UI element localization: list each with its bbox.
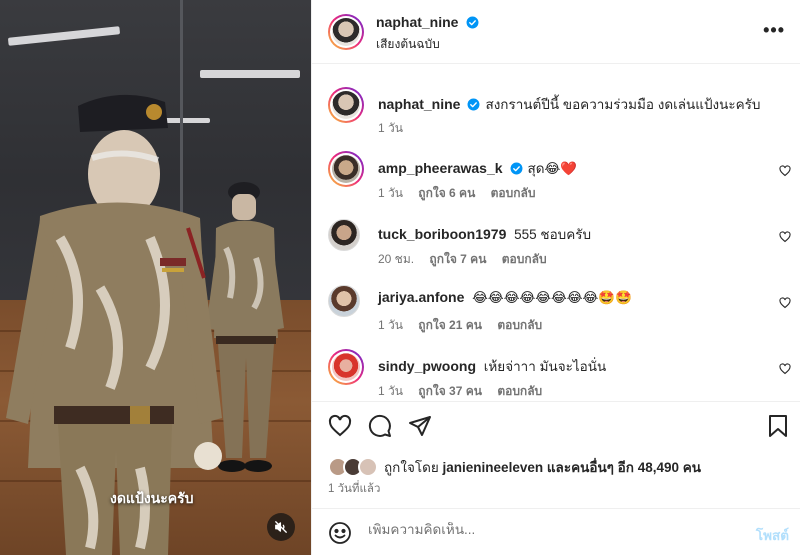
post-comment-button[interactable]: โพสต์ <box>756 524 789 546</box>
comment-text: สุด😂❤️ <box>527 161 578 176</box>
comment-text: 😂😂😂😂😂😂😂😂🤩🤩 <box>472 290 632 305</box>
commenter-avatar[interactable] <box>328 151 364 187</box>
bookmark-icon[interactable] <box>767 414 789 438</box>
caption-username[interactable]: naphat_nine <box>378 96 460 112</box>
liker-avatars <box>328 457 380 477</box>
comment-likes[interactable]: ถูกใจ 7 คน <box>429 252 486 266</box>
video-caption: งดแป้งนะครับ <box>110 490 194 506</box>
comment-time: 1 วัน <box>378 384 403 398</box>
post-viewer: งดแป้งนะครับ naphat_nine เสียงต้นฉบับ ••… <box>0 0 800 555</box>
officer-figure <box>6 94 222 555</box>
likes-user[interactable]: janienineeleven <box>443 460 544 475</box>
comment-item: jariya.anfone 😂😂😂😂😂😂😂😂🤩🤩 1 วัน ถูกใจ 21 … <box>312 283 800 335</box>
comment-like-icon[interactable] <box>779 165 791 177</box>
comment-likes[interactable]: ถูกใจ 37 คน <box>418 384 482 398</box>
comment-item: tuck_boriboon1979 555 ชอบครับ 20 ชม. ถูก… <box>312 217 800 269</box>
comment-item: amp_pheerawas_k สุด😂❤️ 1 วัน ถูกใจ 6 คน … <box>312 151 800 203</box>
verified-badge-icon <box>510 162 522 175</box>
commenter-username[interactable]: jariya.anfone <box>378 289 464 305</box>
comment-likes[interactable]: ถูกใจ 21 คน <box>418 318 482 332</box>
comments-list: naphat_nine สงกรานต์ปีนี้ ขอความร่วมมือ … <box>312 65 800 400</box>
send-icon[interactable] <box>408 414 432 438</box>
post-actions: ถูกใจโดย janienineeleven และคนอื่นๆ อีก … <box>312 401 800 501</box>
comment-text: เห้ยจ่าาา มันจะไอนั่น <box>483 359 607 374</box>
comment-item: sindy_pwoong เห้ยจ่าาา มันจะไอนั่น 1 วัน… <box>312 349 800 400</box>
reply-button[interactable]: ตอบกลับ <box>491 186 536 200</box>
comment-time: 1 วัน <box>378 318 403 332</box>
author-avatar[interactable] <box>328 87 364 123</box>
comment-likes[interactable]: ถูกใจ 6 คน <box>418 186 475 200</box>
comment-like-icon[interactable] <box>779 363 791 375</box>
verified-badge-icon <box>466 16 479 29</box>
original-audio-link[interactable]: เสียงต้นฉบับ <box>376 35 440 54</box>
posted-time: 1 วันที่แล้ว <box>328 483 381 495</box>
comment-like-icon[interactable] <box>779 231 791 243</box>
comment-input[interactable] <box>368 522 728 537</box>
commenter-username[interactable]: amp_pheerawas_k <box>378 160 503 176</box>
commenter-username[interactable]: tuck_boriboon1979 <box>378 226 506 242</box>
post-caption: naphat_nine สงกรานต์ปีนี้ ขอความร่วมมือ … <box>312 87 800 137</box>
comment-like-icon[interactable] <box>779 297 791 309</box>
likes-prefix: ถูกใจโดย <box>384 460 439 475</box>
author-avatar[interactable] <box>328 14 364 50</box>
comment-icon[interactable] <box>368 414 392 438</box>
reply-button[interactable]: ตอบกลับ <box>497 318 542 332</box>
comment-time: 20 ชม. <box>378 252 415 266</box>
commenter-username[interactable]: sindy_pwoong <box>378 358 476 374</box>
comment-composer: โพสต์ <box>312 508 800 555</box>
caption-text: สงกรานต์ปีนี้ ขอความร่วมมือ งดเล่นแป้งนะ… <box>485 97 761 112</box>
post-details-panel: naphat_nine เสียงต้นฉบับ ••• naphat_nine <box>311 0 800 555</box>
mute-button[interactable] <box>267 513 295 541</box>
verified-badge-icon <box>468 98 480 111</box>
likes-summary[interactable]: ถูกใจโดย janienineeleven และคนอื่นๆ อีก … <box>328 456 701 478</box>
video-player[interactable]: งดแป้งนะครับ <box>0 0 311 555</box>
reply-button[interactable]: ตอบกลับ <box>497 384 542 398</box>
commenter-avatar[interactable] <box>328 349 364 385</box>
emoji-icon[interactable] <box>328 521 352 545</box>
heart-icon[interactable] <box>328 414 352 438</box>
commenter-avatar[interactable] <box>328 285 360 317</box>
comment-time: 1 วัน <box>378 186 403 200</box>
reply-button[interactable]: ตอบกลับ <box>502 252 547 266</box>
caption-time: 1 วัน <box>378 121 403 135</box>
commenter-avatar[interactable] <box>328 219 360 251</box>
post-header: naphat_nine เสียงต้นฉบับ ••• <box>312 0 800 64</box>
speaker-muted-icon <box>275 521 287 533</box>
comment-text: 555 ชอบครับ <box>514 227 592 242</box>
likes-count[interactable]: และคนอื่นๆ อีก 48,490 คน <box>547 456 701 478</box>
author-username[interactable]: naphat_nine <box>376 14 458 30</box>
more-options-icon[interactable]: ••• <box>763 20 785 41</box>
